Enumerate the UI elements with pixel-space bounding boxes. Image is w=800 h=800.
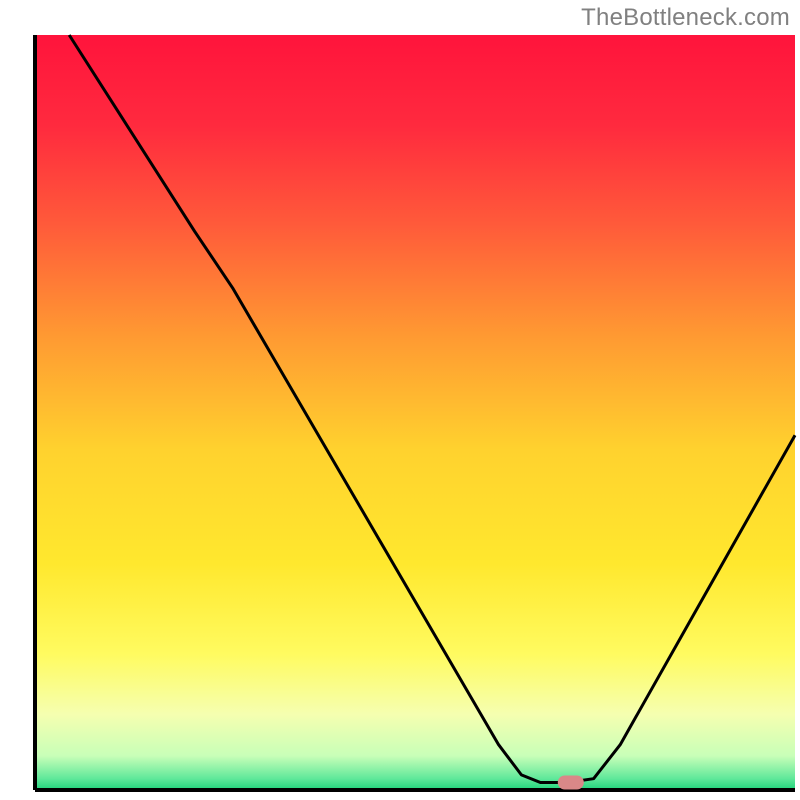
optimal-marker: [558, 776, 584, 790]
chart-frame: TheBottleneck.com: [0, 0, 800, 800]
bottleneck-chart: [0, 0, 800, 800]
watermark-text: TheBottleneck.com: [581, 4, 790, 32]
gradient-background: [35, 35, 795, 790]
